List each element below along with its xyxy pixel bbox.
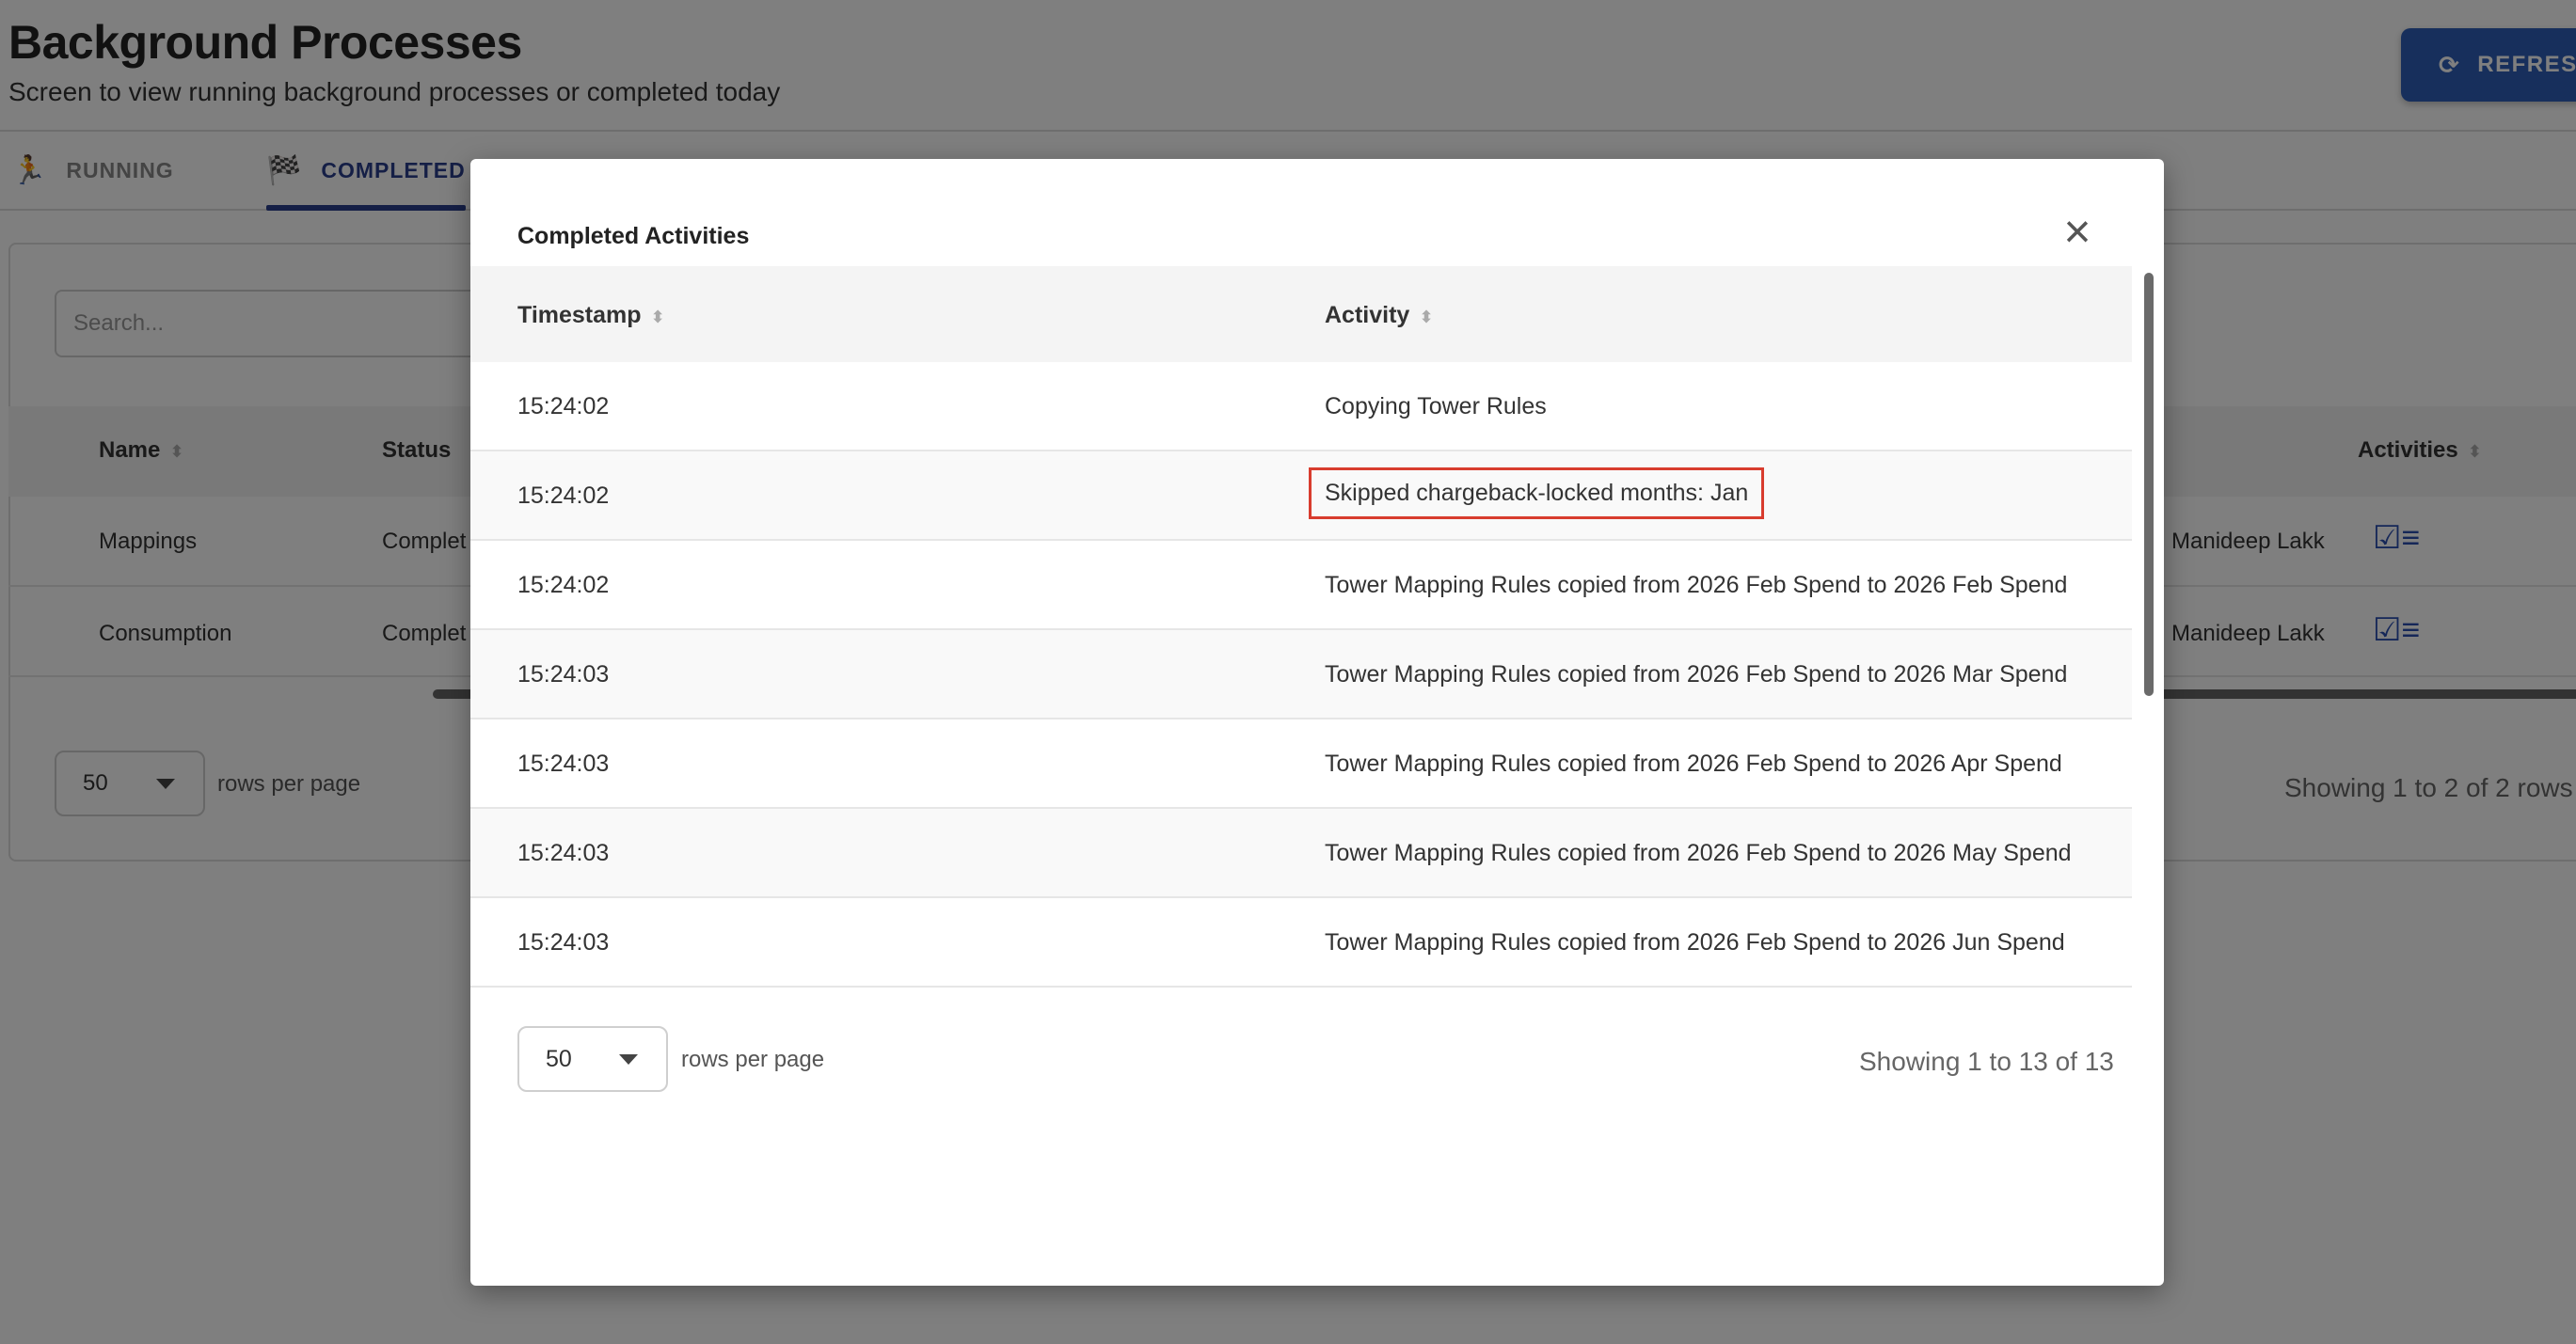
activity-row: 15:24:02 Skipped chargeback-locked month…: [470, 451, 2132, 541]
activity-row: 15:24:03 Tower Mapping Rules copied from…: [470, 809, 2132, 898]
activity-text: Tower Mapping Rules copied from 2026 Feb…: [1325, 572, 2068, 598]
sort-icon: ⬍: [1419, 308, 1434, 326]
vertical-scrollbar[interactable]: [2144, 273, 2154, 696]
rows-per-page-label: rows per page: [681, 1047, 825, 1072]
activity-timestamp: 15:24:02: [517, 482, 610, 509]
caret-down-icon: [619, 1054, 638, 1065]
activity-text: Tower Mapping Rules copied from 2026 Feb…: [1325, 840, 2072, 866]
column-header-timestamp[interactable]: Timestamp ⬍: [517, 302, 665, 329]
activity-text: Tower Mapping Rules copied from 2026 Feb…: [1325, 929, 2065, 956]
rows-per-page-value: 50: [546, 1045, 572, 1072]
activity-text: Tower Mapping Rules copied from 2026 Feb…: [1325, 751, 2062, 777]
activity-timestamp: 15:24:03: [517, 661, 610, 688]
sort-icon: ⬍: [650, 308, 665, 326]
column-timestamp-label: Timestamp: [517, 302, 642, 328]
activity-text-highlighted: Skipped chargeback-locked months: Jan: [1308, 467, 1765, 519]
activity-timestamp: 15:24:03: [517, 751, 610, 777]
activity-row: 15:24:03 Tower Mapping Rules copied from…: [470, 719, 2132, 809]
activity-text: Copying Tower Rules: [1325, 393, 1547, 419]
activity-timestamp: 15:24:02: [517, 572, 610, 598]
column-header-activity[interactable]: Activity ⬍: [1325, 302, 1433, 329]
activity-row: 15:24:02 Tower Mapping Rules copied from…: [470, 541, 2132, 630]
column-activity-label: Activity: [1325, 302, 1410, 328]
activity-timestamp: 15:24:03: [517, 840, 610, 866]
activity-text: Tower Mapping Rules copied from 2026 Feb…: [1325, 661, 2068, 688]
pagination-summary: Showing 1 to 13 of 13: [1859, 1047, 2114, 1076]
activity-timestamp: 15:24:03: [517, 929, 610, 956]
modal-table-header: [470, 266, 2132, 362]
rows-per-page-select[interactable]: 50: [517, 1026, 668, 1092]
modal-title: Completed Activities: [517, 223, 750, 249]
activity-row: 15:24:03 Tower Mapping Rules copied from…: [470, 630, 2132, 719]
activity-row: 15:24:03 Tower Mapping Rules copied from…: [470, 898, 2132, 988]
activity-row: 15:24:02 Copying Tower Rules: [470, 362, 2132, 451]
completed-activities-modal: Completed Activities × Timestamp ⬍ Activi…: [470, 159, 2164, 1286]
close-icon[interactable]: ×: [2054, 208, 2101, 255]
activity-timestamp: 15:24:02: [517, 393, 610, 419]
